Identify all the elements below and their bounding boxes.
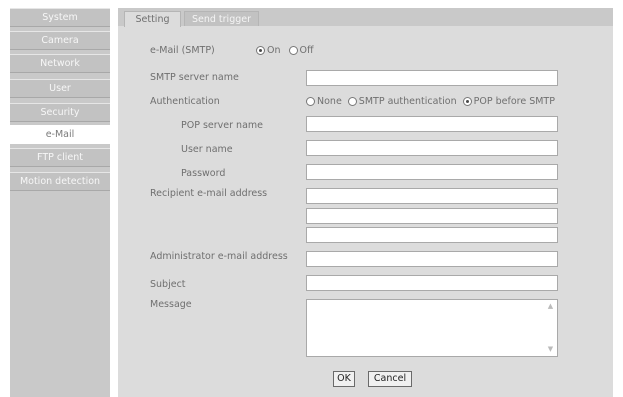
sidebar: System Camera Network User Security e-Ma… xyxy=(10,8,110,397)
email-off-label: Off xyxy=(299,45,314,56)
recipient-input-1[interactable] xyxy=(306,188,558,204)
email-smtp-radio-group: On Off xyxy=(256,45,314,56)
user-name-input[interactable] xyxy=(306,140,558,156)
sidebar-item-camera[interactable]: Camera xyxy=(10,31,110,50)
smtp-server-input[interactable] xyxy=(306,70,558,86)
authentication-label: Authentication xyxy=(150,96,220,107)
smtp-server-label: SMTP server name xyxy=(150,72,239,83)
email-off-radio[interactable] xyxy=(288,46,298,55)
tab-send-trigger[interactable]: Send trigger xyxy=(184,11,259,26)
auth-smtp-radio[interactable] xyxy=(347,97,357,106)
sidebar-item-ftp-client[interactable]: FTP client xyxy=(10,148,110,167)
recipient-input-3[interactable] xyxy=(306,227,558,243)
admin-email-label: Administrator e-mail address xyxy=(150,251,288,262)
subject-input[interactable] xyxy=(306,275,558,291)
tab-setting[interactable]: Setting xyxy=(124,11,181,27)
auth-pop-radio[interactable] xyxy=(462,97,472,106)
sidebar-item-system[interactable]: System xyxy=(10,8,110,27)
sidebar-item-email[interactable]: e-Mail xyxy=(10,125,110,144)
sidebar-item-security[interactable]: Security xyxy=(10,103,110,122)
user-name-label: User name xyxy=(181,144,233,155)
recipient-input-2[interactable] xyxy=(306,208,558,224)
cancel-button[interactable]: Cancel xyxy=(368,371,412,387)
auth-pop-label: POP before SMTP xyxy=(473,96,555,107)
auth-none-radio[interactable] xyxy=(306,97,315,106)
message-textarea[interactable]: ▲ ▼ xyxy=(306,299,558,357)
recipient-label: Recipient e-mail address xyxy=(150,188,268,199)
email-on-label: On xyxy=(267,45,281,56)
scroll-down-icon[interactable]: ▼ xyxy=(546,345,555,354)
email-smtp-label: e-Mail (SMTP) xyxy=(150,45,215,56)
admin-email-input[interactable] xyxy=(306,251,558,267)
ok-button[interactable]: OK xyxy=(333,371,355,387)
pop-server-input[interactable] xyxy=(306,116,558,132)
sidebar-item-user[interactable]: User xyxy=(10,79,110,98)
sidebar-item-network[interactable]: Network xyxy=(10,54,110,73)
authentication-radio-group: None SMTP authentication POP before SMTP xyxy=(306,96,555,107)
sidebar-item-motion-detection[interactable]: Motion detection xyxy=(10,172,110,191)
auth-smtp-label: SMTP authentication xyxy=(358,96,457,107)
subject-label: Subject xyxy=(150,279,186,290)
tab-bar: Setting Send trigger xyxy=(118,8,613,27)
pop-server-label: POP server name xyxy=(181,120,263,131)
message-label: Message xyxy=(150,299,192,310)
scroll-up-icon[interactable]: ▲ xyxy=(546,302,555,311)
auth-none-label: None xyxy=(317,96,342,107)
password-input[interactable] xyxy=(306,164,558,180)
email-on-radio[interactable] xyxy=(256,46,265,55)
password-label: Password xyxy=(181,168,226,179)
